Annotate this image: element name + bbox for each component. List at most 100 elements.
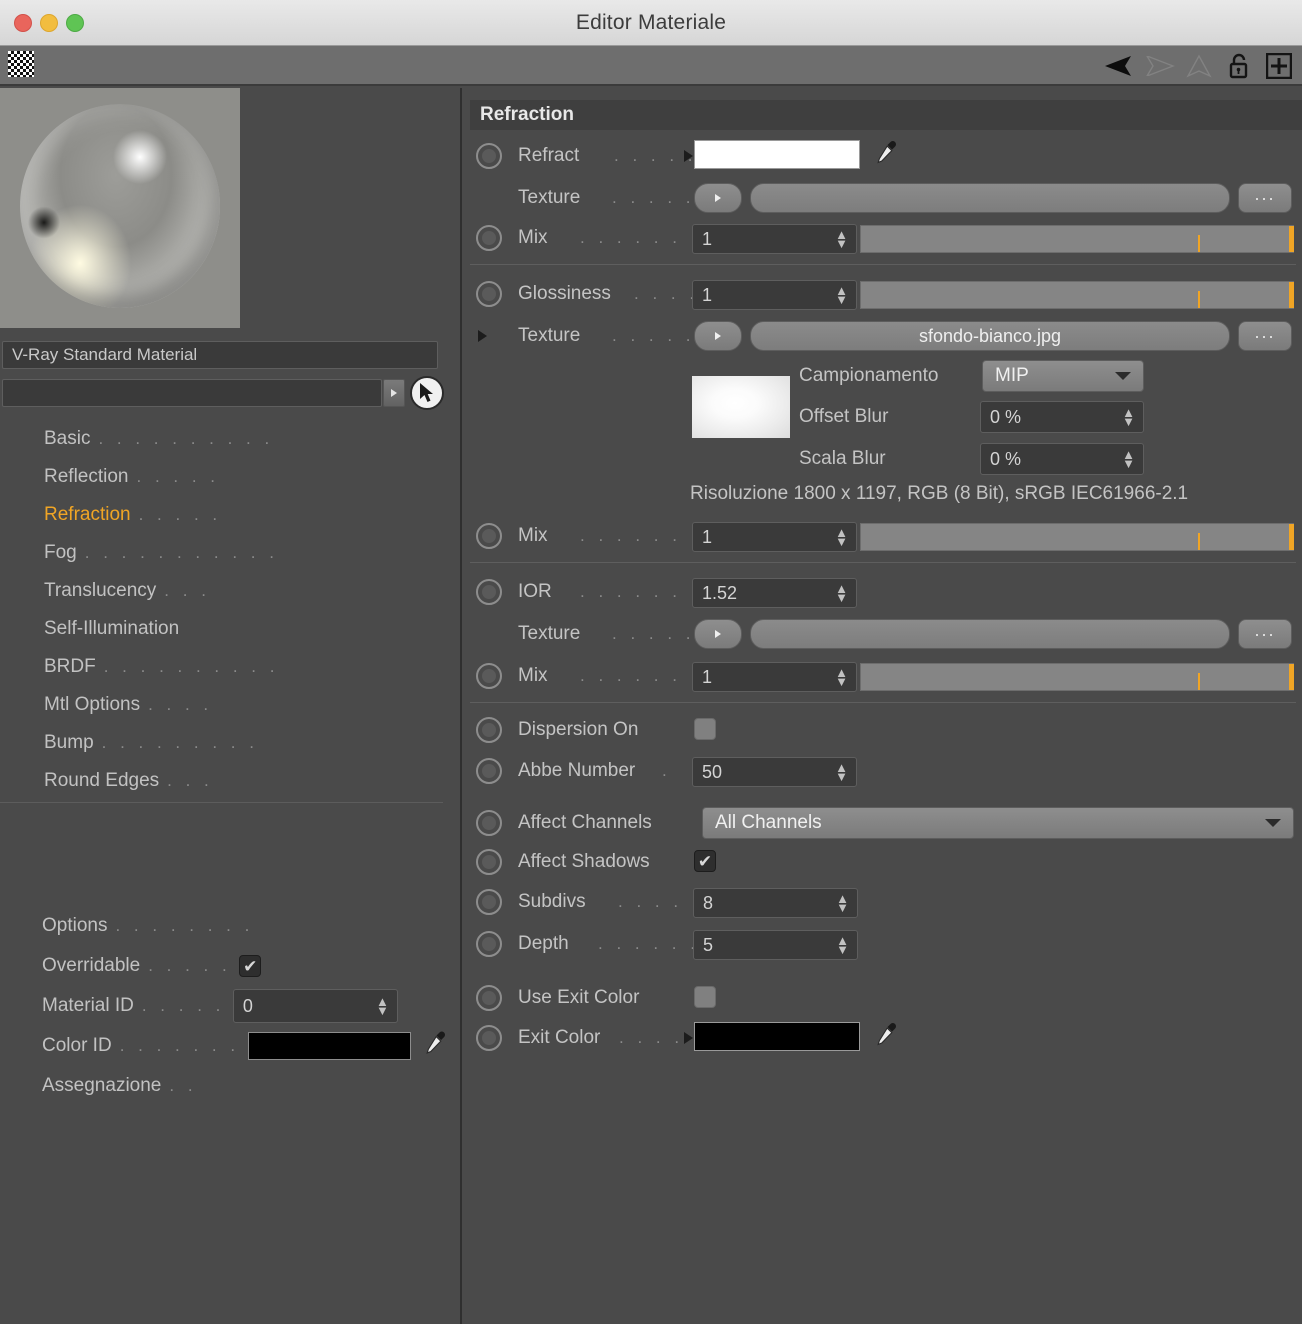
depth-stepper[interactable]: 5 ▲ ▼ [693, 930, 858, 960]
stepper-arrows-icon[interactable]: ▲ ▼ [376, 995, 389, 1017]
stepper-arrows-icon[interactable]: ▲ ▼ [835, 284, 848, 306]
subdivs-animate-toggle[interactable] [476, 889, 502, 915]
abbe-stepper[interactable]: 50 ▲ ▼ [692, 757, 857, 787]
slider-handle[interactable] [1289, 524, 1294, 550]
material-name-field[interactable]: V-Ray Standard Material [2, 341, 438, 369]
affect-shadows-checkbox[interactable]: ✔ [694, 850, 716, 872]
stepper-arrows-icon[interactable]: ▲ ▼ [836, 934, 849, 956]
zoom-button[interactable] [66, 14, 84, 32]
search-dropdown-button[interactable] [383, 379, 405, 407]
refract-mix-animate-toggle[interactable] [476, 225, 502, 251]
refract-expand-triangle-icon[interactable] [684, 150, 693, 162]
ior-texture-field[interactable] [750, 619, 1230, 649]
close-button[interactable] [14, 14, 32, 32]
stepper-arrows-icon[interactable]: ▲ ▼ [835, 228, 848, 250]
leader-dots: . . . . [148, 695, 213, 714]
refract-mix-stepper[interactable]: 1 ▲ ▼ [692, 224, 857, 254]
glossiness-mix-value: 1 [702, 526, 713, 547]
ior-mix-animate-toggle[interactable] [476, 663, 502, 689]
pick-cursor-icon[interactable] [410, 376, 444, 410]
sidebar-item-refraction[interactable]: Refraction . . . . . [0, 496, 458, 534]
stepper-arrows-icon[interactable]: ▲ ▼ [835, 761, 848, 783]
glossiness-animate-toggle[interactable] [476, 281, 502, 307]
glossiness-texture-browse-button[interactable]: ... [1238, 321, 1292, 351]
up-triangle-icon[interactable] [1182, 49, 1216, 83]
slider-handle[interactable] [1289, 282, 1294, 308]
glossiness-texture-menu-button[interactable] [694, 321, 742, 351]
glossiness-slider[interactable] [860, 281, 1294, 309]
affect-shadows-animate-toggle[interactable] [476, 849, 502, 875]
ior-mix-slider[interactable] [860, 663, 1294, 691]
exit-color-expand-triangle-icon[interactable] [684, 1032, 693, 1044]
color-id-eyedropper-icon[interactable] [425, 1030, 447, 1062]
affect-channels-dropdown[interactable]: All Channels [702, 807, 1294, 839]
sidebar-item-round-edges[interactable]: Round Edges . . . [0, 762, 458, 800]
overridable-checkbox[interactable]: ✔ [239, 955, 262, 977]
overridable-row[interactable]: Overridable . . . . . ✔ [0, 946, 458, 986]
glossiness-mix-slider[interactable] [860, 523, 1294, 551]
glossiness-texture-field[interactable]: sfondo-bianco.jpg [750, 321, 1230, 351]
exit-color-animate-toggle[interactable] [476, 1025, 502, 1051]
refract-texture-field[interactable] [750, 183, 1230, 213]
sidebar-item-basic[interactable]: Basic . . . . . . . . . . [0, 420, 458, 458]
stepper-arrows-icon[interactable]: ▲ ▼ [836, 892, 849, 914]
sidebar-item-fog[interactable]: Fog . . . . . . . . . . . [0, 534, 458, 572]
right-panel: Refraction Refract . . . . . . Texture .… [460, 88, 1302, 1324]
slider-handle[interactable] [1289, 664, 1294, 690]
lock-icon[interactable] [1222, 49, 1256, 83]
ior-texture-browse-button[interactable]: ... [1238, 619, 1292, 649]
glossiness-mix-animate-toggle[interactable] [476, 523, 502, 549]
sidebar-item-brdf[interactable]: BRDF . . . . . . . . . . [0, 648, 458, 686]
stepper-arrows-icon[interactable]: ▲ ▼ [835, 666, 848, 688]
sidebar-item-assegnazione[interactable]: Assegnazione . . [0, 1066, 458, 1106]
exit-color-eyedropper-icon[interactable] [876, 1021, 898, 1056]
forward-triangle-icon[interactable] [1142, 49, 1176, 83]
sidebar-item-self-illumination[interactable]: Self-Illumination [0, 610, 458, 648]
ior-mix-stepper[interactable]: 1 ▲ ▼ [692, 662, 857, 692]
depth-animate-toggle[interactable] [476, 931, 502, 957]
checker-swatch-icon[interactable] [8, 51, 34, 77]
glossiness-texture-expand-triangle-icon[interactable] [478, 330, 487, 342]
ior-label: IOR [518, 581, 552, 602]
glossiness-stepper[interactable]: 1 ▲ ▼ [692, 280, 857, 310]
minimize-button[interactable] [40, 14, 58, 32]
material-preview[interactable] [0, 88, 240, 328]
use-exit-color-checkbox[interactable] [694, 986, 716, 1008]
ior-stepper[interactable]: 1.52 ▲ ▼ [692, 578, 857, 608]
refract-animate-toggle[interactable] [476, 143, 502, 169]
refract-eyedropper-icon[interactable] [876, 139, 898, 174]
leader-dots: . . . . . . . . . . [98, 429, 274, 448]
ior-animate-toggle[interactable] [476, 579, 502, 605]
exit-color-swatch[interactable] [694, 1022, 860, 1051]
sampling-dropdown[interactable]: MIP [982, 360, 1144, 392]
stepper-arrows-icon[interactable]: ▲ ▼ [1122, 448, 1135, 470]
affect-channels-animate-toggle[interactable] [476, 810, 502, 836]
sidebar-item-mtl-options[interactable]: Mtl Options . . . . [0, 686, 458, 724]
sidebar-item-bump[interactable]: Bump . . . . . . . . . [0, 724, 458, 762]
refract-mix-slider[interactable] [860, 225, 1294, 253]
scale-blur-stepper[interactable]: 0 % ▲ ▼ [980, 443, 1144, 475]
ior-texture-menu-button[interactable] [694, 619, 742, 649]
sidebar-item-translucency[interactable]: Translucency . . . [0, 572, 458, 610]
refract-texture-menu-button[interactable] [694, 183, 742, 213]
search-input[interactable] [2, 379, 382, 407]
refract-texture-browse-button[interactable]: ... [1238, 183, 1292, 213]
subdivs-stepper[interactable]: 8 ▲ ▼ [693, 888, 858, 918]
stepper-arrows-icon[interactable]: ▲ ▼ [835, 582, 848, 604]
slider-handle[interactable] [1289, 226, 1294, 252]
sidebar-item-options[interactable]: Options . . . . . . . . [0, 906, 458, 946]
glossiness-mix-stepper[interactable]: 1 ▲ ▼ [692, 522, 857, 552]
sidebar-item-reflection[interactable]: Reflection . . . . . [0, 458, 458, 496]
refract-color-swatch[interactable] [694, 140, 860, 169]
stepper-arrows-icon[interactable]: ▲ ▼ [1122, 406, 1135, 428]
material-id-stepper[interactable]: 0 ▲ ▼ [232, 989, 398, 1023]
use-exit-color-animate-toggle[interactable] [476, 985, 502, 1011]
stepper-arrows-icon[interactable]: ▲ ▼ [835, 526, 848, 548]
color-id-swatch[interactable] [247, 1032, 411, 1060]
back-triangle-icon[interactable] [1102, 49, 1136, 83]
offset-blur-stepper[interactable]: 0 % ▲ ▼ [980, 401, 1144, 433]
dispersion-animate-toggle[interactable] [476, 717, 502, 743]
plus-icon[interactable] [1262, 49, 1296, 83]
abbe-animate-toggle[interactable] [476, 758, 502, 784]
dispersion-checkbox[interactable] [694, 718, 716, 740]
